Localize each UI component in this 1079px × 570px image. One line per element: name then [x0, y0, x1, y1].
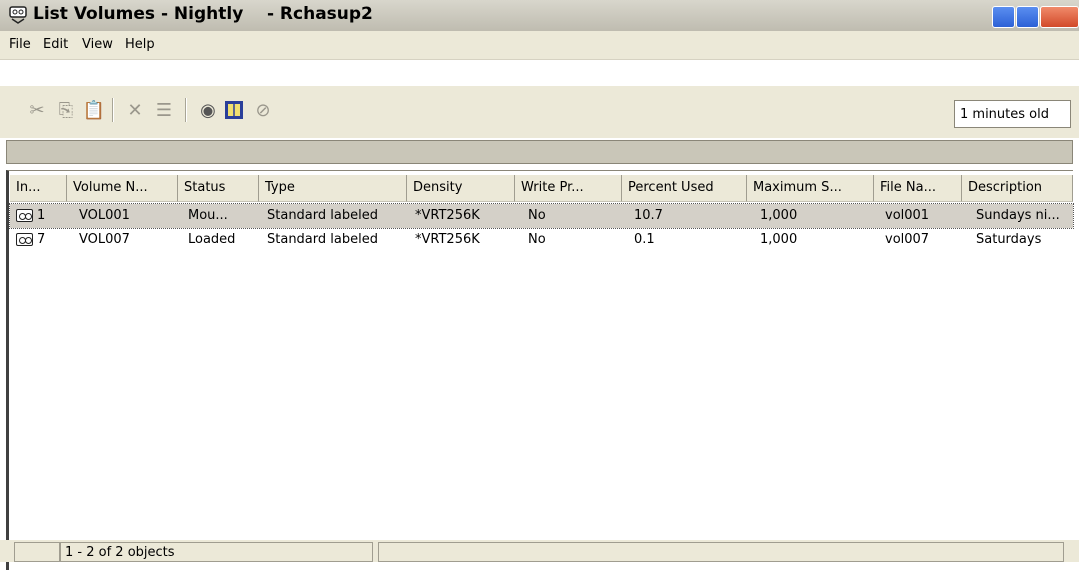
- cell-file-name: vol001: [885, 208, 930, 223]
- cell-volume-name: VOL007: [79, 232, 130, 247]
- cell-index: 7: [37, 232, 46, 247]
- cell-description: Saturdays: [976, 232, 1042, 247]
- col-header-volume-name[interactable]: Volume N...: [67, 175, 178, 202]
- cell-write-protect: No: [528, 232, 546, 247]
- cell-description: Sundays ni...: [976, 208, 1060, 223]
- status-cell-message: [378, 542, 1064, 562]
- cell-density: *VRT256K: [415, 208, 480, 223]
- maximize-button[interactable]: [1016, 6, 1039, 28]
- status-bar: 1 - 2 of 2 objects: [0, 540, 1079, 562]
- toolbar-separator: [112, 98, 113, 122]
- cut-icon[interactable]: ✂: [26, 99, 48, 121]
- delete-icon[interactable]: ✕: [124, 99, 146, 121]
- col-header-index[interactable]: In...: [10, 175, 67, 202]
- cell-type: Standard labeled: [267, 208, 378, 223]
- menu-bar: File Edit View Help: [0, 31, 1079, 60]
- cell-density: *VRT256K: [415, 232, 480, 247]
- tape-icon: [16, 233, 33, 246]
- minimize-button[interactable]: [992, 6, 1015, 28]
- refresh-age: 1 minutes old: [954, 100, 1071, 128]
- close-button[interactable]: [1040, 6, 1079, 28]
- toolbar: ✂ ⎘ 📋 ✕ ☰ ◉ ⊘: [0, 86, 1079, 138]
- cell-percent-used: 10.7: [634, 208, 663, 223]
- open-icon[interactable]: ◉: [197, 99, 219, 121]
- cell-file-name: vol007: [885, 232, 930, 247]
- title-bar[interactable]: List Volumes - Nightly - Rchasup2: [0, 0, 1079, 31]
- tape-icon: [16, 209, 33, 222]
- filter-bar: [6, 140, 1073, 164]
- paste-icon[interactable]: 📋: [83, 99, 105, 121]
- col-header-description[interactable]: Description: [962, 175, 1073, 202]
- cell-index: 1: [37, 208, 46, 223]
- cell-maximum-size: 1,000: [760, 232, 798, 247]
- col-header-percent-used[interactable]: Percent Used: [622, 175, 747, 202]
- window-title: List Volumes - Nightly - Rchasup2: [33, 4, 373, 24]
- status-object-count: 1 - 2 of 2 objects: [60, 542, 373, 562]
- col-header-density[interactable]: Density: [407, 175, 515, 202]
- cell-type: Standard labeled: [267, 232, 378, 247]
- cell-percent-used: 0.1: [634, 232, 655, 247]
- cell-maximum-size: 1,000: [760, 208, 798, 223]
- cell-volume-name: VOL001: [79, 208, 130, 223]
- toolbar-separator: [185, 98, 186, 122]
- status-cell-empty: [14, 542, 60, 562]
- copy-icon[interactable]: ⎘: [55, 99, 77, 121]
- col-header-write-protect[interactable]: Write Pr...: [515, 175, 622, 202]
- properties-icon[interactable]: ☰: [153, 99, 175, 121]
- tape-volume-icon: [9, 6, 27, 24]
- menu-view[interactable]: View: [82, 37, 113, 52]
- table-row[interactable]: 7 VOL007 Loaded Standard labeled *VRT256…: [10, 228, 1073, 252]
- columns-icon[interactable]: [223, 99, 245, 121]
- cell-status: Loaded: [188, 232, 236, 247]
- menu-help[interactable]: Help: [125, 37, 155, 52]
- menu-file[interactable]: File: [9, 37, 31, 52]
- cell-write-protect: No: [528, 208, 546, 223]
- stop-icon[interactable]: ⊘: [252, 99, 274, 121]
- table-header: In... Volume N... Status Type Density Wr…: [10, 175, 1073, 202]
- col-header-maximum-size[interactable]: Maximum S...: [747, 175, 874, 202]
- col-header-file-name[interactable]: File Na...: [874, 175, 962, 202]
- menu-edit[interactable]: Edit: [43, 37, 68, 52]
- table-row[interactable]: 1 VOL001 Mou... Standard labeled *VRT256…: [9, 203, 1074, 229]
- col-header-status[interactable]: Status: [178, 175, 259, 202]
- col-header-type[interactable]: Type: [259, 175, 407, 202]
- cell-status: Mou...: [188, 208, 228, 223]
